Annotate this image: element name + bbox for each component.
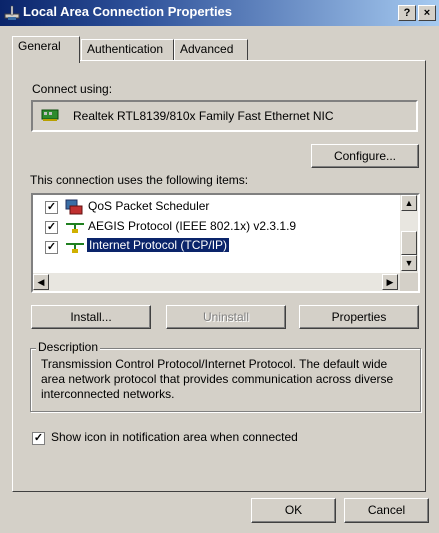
scroll-thumb[interactable] [401, 231, 417, 255]
items-label: This connection uses the following items… [30, 173, 249, 187]
network-connection-icon [4, 5, 20, 20]
adapter-field: Realtek RTL8139/810x Family Fast Etherne… [31, 100, 418, 132]
show-icon-label[interactable]: Show icon in notification area when conn… [51, 430, 298, 444]
scroll-corner [400, 273, 418, 291]
components-list[interactable]: ✓ QoS Packet Scheduler ✓ AEGIS Protocol … [31, 193, 420, 293]
tab-general[interactable]: General [12, 36, 80, 63]
item-checkbox-qos[interactable]: ✓ [45, 201, 58, 214]
configure-button[interactable]: Configure... [311, 144, 419, 168]
item-label-qos: QoS Packet Scheduler [88, 199, 210, 213]
ok-button[interactable]: OK [251, 498, 336, 523]
network-protocol-icon [66, 243, 84, 253]
item-checkbox-aegis[interactable]: ✓ [45, 221, 58, 234]
window-title: Local Area Connection Properties [23, 4, 233, 19]
show-icon-checkbox[interactable]: ✓ [32, 432, 45, 445]
network-card-icon [41, 109, 59, 121]
install-button[interactable]: Install... [31, 305, 151, 329]
item-label-tcpip[interactable]: Internet Protocol (TCP/IP) [85, 237, 231, 253]
adapter-name: Realtek RTL8139/810x Family Fast Etherne… [73, 109, 334, 123]
description-text: Transmission Control Protocol/Internet P… [41, 357, 394, 401]
scroll-right-button[interactable]: ▶ [382, 274, 398, 290]
scroll-up-button[interactable]: ▲ [401, 195, 417, 211]
cancel-button[interactable]: Cancel [344, 498, 429, 523]
properties-dialog: Local Area Connection Properties ? × Gen… [0, 0, 439, 533]
help-button[interactable]: ? [398, 5, 416, 21]
properties-button[interactable]: Properties [299, 305, 419, 329]
tab-advanced[interactable]: Advanced [174, 39, 248, 60]
item-checkbox-tcpip[interactable]: ✓ [45, 241, 58, 254]
scroll-down-button[interactable]: ▼ [401, 255, 417, 271]
close-button[interactable]: × [418, 5, 436, 21]
network-protocol-icon [66, 223, 84, 233]
horizontal-scrollbar[interactable]: ◀ ▶ [33, 273, 400, 291]
scheduler-icon [65, 199, 83, 215]
vertical-scrollbar[interactable]: ▲ ▼ [400, 195, 418, 273]
connect-using-label: Connect using: [32, 82, 113, 96]
uninstall-button[interactable]: Uninstall [166, 305, 286, 329]
description-legend: Description [36, 340, 101, 354]
item-label-aegis: AEGIS Protocol (IEEE 802.1x) v2.3.1.9 [88, 219, 297, 233]
title-bar[interactable]: Local Area Connection Properties ? × [0, 0, 439, 26]
tab-authentication[interactable]: Authentication [81, 39, 174, 60]
scroll-left-button[interactable]: ◀ [33, 274, 49, 290]
